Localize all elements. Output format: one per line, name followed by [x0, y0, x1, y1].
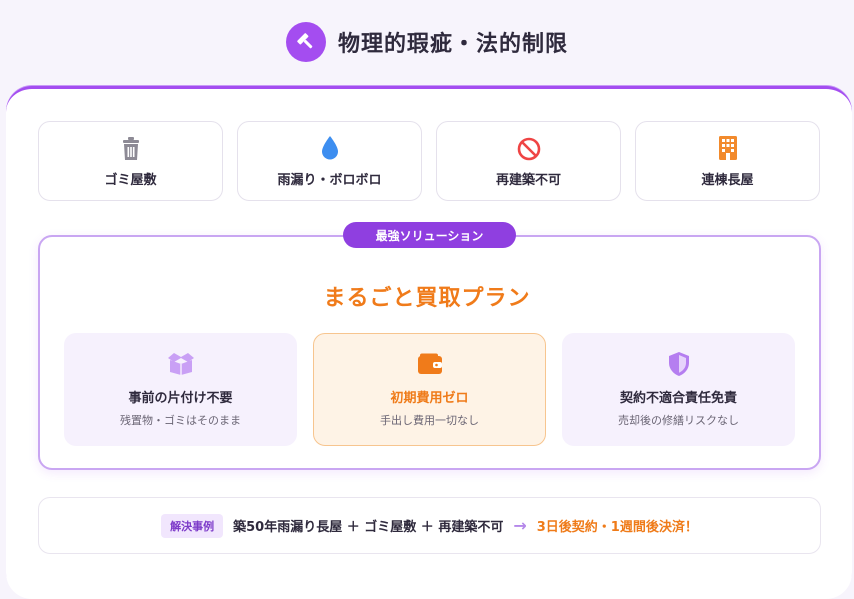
shield-icon: [667, 351, 691, 377]
category-label: 連棟長屋: [701, 172, 754, 188]
category-card-row-house[interactable]: 連棟長屋: [635, 121, 820, 201]
plan-title: まるごと買取プラン: [323, 286, 531, 311]
water-drop-icon: [320, 135, 340, 161]
case-text: 築50年雨漏り長屋 ＋ ゴミ屋敷 ＋ 再建築不可: [233, 520, 504, 535]
feature-subtitle: 手出し費用一切なし: [380, 414, 479, 427]
feature-card-liability-exempt: 契約不適合責任免責 売却後の修繕リスクなし: [562, 333, 795, 446]
category-label: ゴミ屋敷: [104, 172, 157, 188]
page-header: 物理的瑕疵・法的制限: [0, 22, 854, 62]
category-card-no-rebuild[interactable]: 再建築不可: [436, 121, 621, 201]
box-icon: [166, 351, 196, 377]
case-tag: 解決事例: [161, 513, 224, 538]
feature-card-zero-cost: 初期費用ゼロ 手出し費用一切なし: [313, 333, 546, 446]
page-title: 物理的瑕疵・法的制限: [337, 32, 568, 57]
case-result: 3日後契約・1週間後決済！: [536, 520, 698, 535]
feature-card-no-cleanup: 事前の片付け不要 残置物・ゴミはそのまま: [64, 333, 297, 446]
category-card-trash[interactable]: ゴミ屋敷: [38, 121, 223, 201]
solution-badge: 最強ソリューション: [343, 222, 516, 248]
feature-subtitle: 残置物・ゴミはそのまま: [120, 414, 241, 427]
feature-subtitle: 売却後の修繕リスクなし: [618, 414, 739, 427]
trash-icon: [121, 135, 141, 161]
category-card-leak[interactable]: 雨漏り・ボロボロ: [237, 121, 422, 201]
hammer-icon: [285, 22, 326, 62]
prohibited-icon: [517, 135, 541, 161]
category-label: 再建築不可: [495, 172, 561, 188]
wallet-icon: [417, 351, 443, 377]
building-icon: [718, 135, 738, 161]
feature-title: 事前の片付け不要: [128, 391, 233, 406]
feature-title: 初期費用ゼロ: [390, 391, 469, 406]
category-label: 雨漏り・ボロボロ: [277, 172, 382, 188]
case-study-bar: 解決事例 築50年雨漏り長屋 ＋ ゴミ屋敷 ＋ 再建築不可 → 3日後契約・1週…: [38, 497, 821, 554]
arrow-right-icon: →: [513, 516, 527, 535]
feature-title: 契約不適合責任免責: [619, 391, 737, 406]
